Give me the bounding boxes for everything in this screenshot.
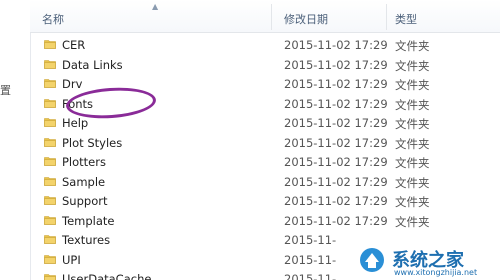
file-type: 文件夹 bbox=[395, 136, 430, 151]
folder-icon bbox=[44, 59, 56, 69]
folder-icon bbox=[44, 196, 56, 205]
file-date-modified: 2015-11- bbox=[284, 252, 337, 267]
file-name[interactable]: Textures bbox=[62, 233, 110, 247]
file-type: 文件夹 bbox=[395, 97, 430, 112]
file-type: 文件夹 bbox=[395, 214, 430, 229]
file-type: 文件夹 bbox=[395, 195, 430, 209]
file-row[interactable]: Template 2015-11-02 17:29 文件夹 bbox=[30, 211, 500, 231]
folder-icon bbox=[44, 40, 56, 49]
file-name[interactable]: UPI bbox=[62, 253, 81, 267]
file-date-modified: 2015-11-02 17:29 bbox=[284, 213, 388, 228]
folder-icon bbox=[44, 215, 56, 225]
file-name[interactable]: CER bbox=[62, 38, 85, 52]
file-name[interactable]: Data Links bbox=[62, 58, 123, 72]
file-type: 文件夹 bbox=[395, 58, 430, 73]
navigation-pane[interactable]: 置 bbox=[0, 0, 31, 280]
column-header-name[interactable]: 名称 bbox=[42, 11, 64, 27]
file-date-modified: 2015-11-02 17:29 bbox=[284, 135, 388, 150]
file-name[interactable]: Support bbox=[62, 194, 107, 208]
folder-icon bbox=[44, 254, 56, 264]
file-name[interactable]: Plot Styles bbox=[62, 136, 122, 150]
sort-ascending-icon: ▲ bbox=[152, 2, 159, 11]
file-date-modified: 2015-11-02 17:29 bbox=[284, 174, 388, 189]
file-name[interactable]: Sample bbox=[62, 175, 105, 189]
file-date-modified: 2015-11-02 17:29 bbox=[284, 96, 388, 111]
folder-icon bbox=[44, 79, 56, 88]
file-name[interactable]: Plotters bbox=[62, 155, 106, 169]
file-row[interactable]: Data Links 2015-11-02 17:29 文件夹 bbox=[30, 55, 500, 75]
file-name[interactable]: Template bbox=[62, 214, 114, 228]
column-divider[interactable] bbox=[271, 4, 272, 30]
file-name[interactable]: Help bbox=[62, 116, 88, 130]
file-type: 文件夹 bbox=[395, 175, 430, 190]
column-header-bar: ▲ 名称 修改日期 类型 bbox=[30, 0, 500, 33]
file-name[interactable]: Drv bbox=[62, 77, 82, 91]
file-name[interactable]: UserDataCache bbox=[62, 272, 151, 280]
folder-icon bbox=[44, 98, 56, 108]
folder-icon bbox=[44, 137, 56, 147]
file-explorer-window: 置 ▲ 名称 修改日期 类型 CER 2015-11-02 17:29 文件夹 Dat… bbox=[0, 0, 500, 280]
file-date-modified: 2015-11-02 17:29 bbox=[284, 57, 388, 72]
file-row[interactable]: Plotters 2015-11-02 17:29 文件夹 bbox=[30, 152, 500, 172]
file-row[interactable]: Plot Styles 2015-11-02 17:29 文件夹 bbox=[30, 133, 500, 153]
column-divider[interactable] bbox=[386, 4, 387, 30]
column-header-type[interactable]: 类型 bbox=[395, 11, 417, 27]
file-date-modified: 2015-11- bbox=[284, 233, 337, 247]
file-type: 文件夹 bbox=[395, 117, 430, 131]
folder-icon bbox=[44, 118, 56, 127]
watermark-logo-icon bbox=[360, 248, 384, 272]
file-date-modified: 2015-11-02 17:29 bbox=[284, 194, 388, 208]
watermark: 系统之家 www.xitongzhijia.net bbox=[350, 240, 500, 280]
file-type: 文件夹 bbox=[395, 78, 430, 92]
file-date-modified: 2015-11-02 17:29 bbox=[284, 155, 388, 169]
nav-partial-label: 置 bbox=[0, 84, 11, 97]
watermark-url: www.xitongzhijia.net bbox=[394, 268, 478, 277]
file-date-modified: 2015-11-02 17:29 bbox=[284, 38, 388, 52]
folder-icon bbox=[44, 157, 56, 166]
folder-icon bbox=[44, 235, 56, 244]
file-type: 文件夹 bbox=[395, 39, 430, 53]
file-date-modified: 2015-11-02 17:29 bbox=[284, 77, 388, 91]
folder-icon bbox=[44, 176, 56, 186]
column-header-date-modified[interactable]: 修改日期 bbox=[284, 11, 328, 27]
file-row[interactable]: CER 2015-11-02 17:29 文件夹 bbox=[30, 35, 500, 55]
folder-icon bbox=[44, 274, 56, 280]
file-row[interactable]: Support 2015-11-02 17:29 文件夹 bbox=[30, 191, 500, 211]
file-row[interactable]: Sample 2015-11-02 17:29 文件夹 bbox=[30, 172, 500, 192]
file-type: 文件夹 bbox=[395, 156, 430, 170]
file-date-modified: 2015-11- bbox=[284, 272, 337, 280]
file-date-modified: 2015-11-02 17:29 bbox=[284, 116, 388, 130]
